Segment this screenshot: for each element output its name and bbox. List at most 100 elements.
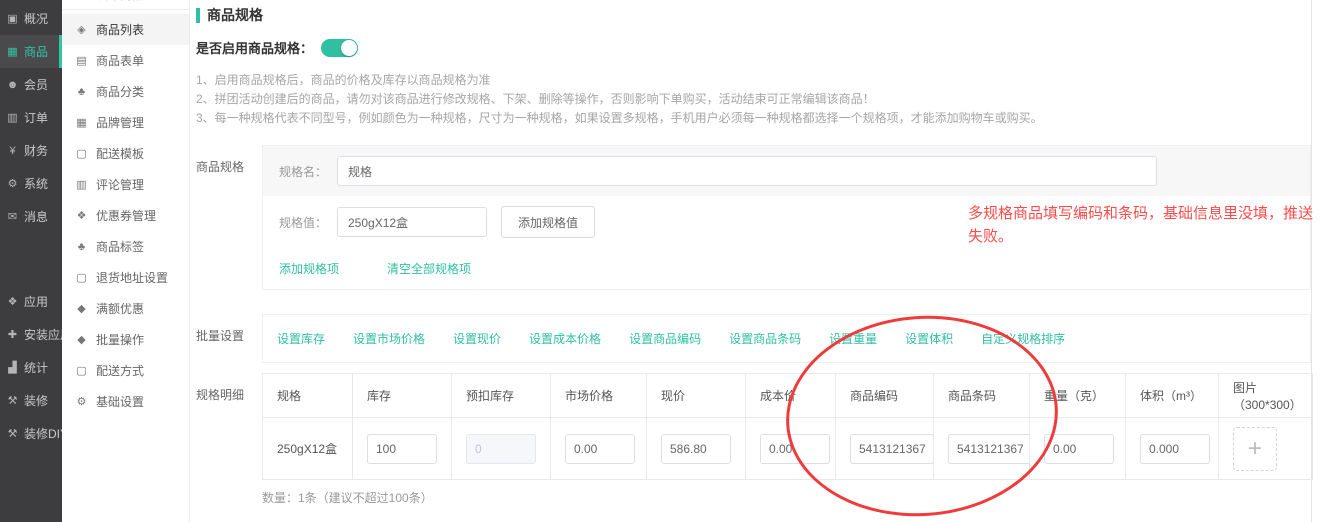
sidebar-item-members[interactable]: ☻会员 bbox=[0, 68, 62, 101]
sidebar-item-label: 消息 bbox=[24, 208, 48, 225]
subnav-item-publish-goods[interactable]: ◈发布商品 bbox=[62, 0, 189, 10]
sidebar-item-messages[interactable]: ✉ 消息 bbox=[0, 200, 62, 233]
batch-section: 批量设置 设置库存设置市场价格设置现价设置成本价格设置商品编码设置商品条码设置重… bbox=[196, 314, 1311, 363]
subnav-item-label: 商品分类 bbox=[96, 83, 144, 100]
spec-name-label: 规格名： bbox=[279, 163, 337, 180]
column-header: 库存 bbox=[353, 374, 452, 418]
subnav-item-goods-category[interactable]: ♣商品分类 bbox=[62, 76, 189, 107]
column-header: 体积（m³） bbox=[1126, 374, 1219, 418]
subnav-item-batch-operation[interactable]: ◆ 批量操作 bbox=[62, 324, 189, 355]
subnav-item-label: 商品表单 bbox=[96, 52, 144, 69]
batch-link-6[interactable]: 设置重量 bbox=[829, 330, 877, 347]
full-discount-icon: ◆ bbox=[75, 302, 88, 315]
upload-image-button[interactable]: + bbox=[1233, 427, 1277, 471]
clear-all-spec-link[interactable]: 清空全部规格项 bbox=[387, 260, 471, 277]
subnav-item-label: 品牌管理 bbox=[96, 114, 144, 131]
goods-list-icon: ◈ bbox=[75, 23, 88, 36]
add-spec-value-button[interactable]: 添加规格值 bbox=[501, 206, 595, 238]
install-app-icon: ✚ bbox=[6, 328, 19, 341]
sidebar-item-orders[interactable]: ▥订单 bbox=[0, 101, 62, 134]
main-content: 商品规格 是否启用商品规格： 1、启用商品规格后，商品的价格及库存以商品规格为准… bbox=[190, 0, 1312, 522]
page-title-text: 商品规格 bbox=[207, 5, 263, 25]
batch-link-2[interactable]: 设置现价 bbox=[453, 330, 501, 347]
note-line: 1、启用商品规格后，商品的价格及库存以商品规格为准 bbox=[196, 71, 1311, 90]
spec-name-input[interactable] bbox=[337, 156, 1157, 186]
batch-link-8[interactable]: 自定义规格排序 bbox=[981, 330, 1065, 347]
sidebar-item-label: 系统 bbox=[24, 175, 48, 192]
detail-section: 规格明细 规格库存预扣库存市场价格现价成本价商品编码商品条码重量（克）体积（m³… bbox=[196, 373, 1311, 480]
weight-input[interactable] bbox=[1044, 434, 1114, 464]
subnav-item-label: 发布商品 bbox=[96, 0, 144, 3]
cost-price-input[interactable] bbox=[760, 434, 830, 464]
price-input[interactable] bbox=[661, 434, 731, 464]
statistics-icon: ▟ bbox=[6, 361, 19, 374]
subnav-item-label: 优惠券管理 bbox=[96, 207, 156, 224]
subnav-item-goods-form[interactable]: ▤商品表单 bbox=[62, 45, 189, 76]
sidebar-item-apps[interactable]: ❖应用 bbox=[0, 285, 62, 318]
stock-input[interactable] bbox=[367, 434, 437, 464]
column-header: 成本价 bbox=[746, 374, 836, 418]
main-sidebar: ▣概况▦商品☻会员▥订单 ¥ 财务 ⚙ 系统 ✉ 消息 ❖应用✚安装应用▟统计⚒装修⚒装修DI… bbox=[0, 0, 62, 522]
subnav-item-return-address[interactable]: ▢退货地址设置 bbox=[62, 262, 189, 293]
messages-icon: ✉ bbox=[6, 210, 19, 223]
batch-operation-icon: ◆ bbox=[75, 333, 88, 346]
subnav-item-goods-list[interactable]: ◈商品列表 bbox=[62, 14, 189, 45]
sidebar-item-label: 概况 bbox=[24, 10, 48, 27]
subnav-item-coupon-manage[interactable]: ❖ 优惠券管理 bbox=[62, 200, 189, 231]
subnav-item-goods-tags[interactable]: ♣商品标签 bbox=[62, 231, 189, 262]
column-header: 市场价格 bbox=[551, 374, 647, 418]
column-header: 现价 bbox=[647, 374, 746, 418]
enable-spec-toggle[interactable] bbox=[321, 39, 358, 57]
subnav-item-label: 配送方式 bbox=[96, 362, 144, 379]
subnav-item-label: 批量操作 bbox=[96, 331, 144, 348]
sidebar-item-install-app[interactable]: ✚安装应用 bbox=[0, 318, 62, 351]
sidebar-item-decorate[interactable]: ⚒装修 bbox=[0, 384, 62, 417]
sidebar-item-finance[interactable]: ¥ 财务 bbox=[0, 134, 62, 167]
column-header: 预扣库存 bbox=[452, 374, 551, 418]
add-spec-item-link[interactable]: 添加规格项 bbox=[279, 260, 339, 277]
spec-value-input[interactable] bbox=[337, 207, 487, 237]
goods-code-input[interactable] bbox=[850, 434, 934, 464]
sidebar-item-statistics[interactable]: ▟统计 bbox=[0, 351, 62, 384]
sidebar-group-gap bbox=[0, 233, 62, 285]
sidebar-item-label: 商品 bbox=[24, 43, 48, 60]
sidebar-item-goods[interactable]: ▦商品 bbox=[0, 35, 62, 68]
sub-sidebar-partial-item[interactable]: ◈发布商品 bbox=[62, 0, 189, 10]
subnav-item-brand-manage[interactable]: ▦ 品牌管理 bbox=[62, 107, 189, 138]
spec-value-label: 规格值： bbox=[279, 214, 337, 231]
goods-barcode-input[interactable] bbox=[948, 434, 1030, 464]
sidebar-item-label: 应用 bbox=[24, 293, 48, 310]
batch-link-5[interactable]: 设置商品条码 bbox=[729, 330, 801, 347]
brand-manage-icon: ▦ bbox=[75, 116, 88, 129]
system-icon: ⚙ bbox=[6, 177, 19, 190]
decorate-diy-icon: ⚒ bbox=[6, 427, 19, 440]
batch-link-1[interactable]: 设置市场价格 bbox=[353, 330, 425, 347]
spec-cell: 250gX12盒 bbox=[263, 418, 353, 480]
column-header: 规格 bbox=[263, 374, 353, 418]
subnav-item-shipping-method[interactable]: ▢ 配送方式 bbox=[62, 355, 189, 386]
subnav-item-shipping-template[interactable]: ▢配送模板 bbox=[62, 138, 189, 169]
sidebar-item-decorate-diy[interactable]: ⚒装修DIY bbox=[0, 417, 62, 450]
shipping-method-icon: ▢ bbox=[75, 364, 88, 377]
volume-input[interactable] bbox=[1140, 434, 1210, 464]
batch-link-4[interactable]: 设置商品编码 bbox=[629, 330, 701, 347]
sidebar-item-label: 财务 bbox=[24, 142, 48, 159]
sidebar-item-overview[interactable]: ▣概况 bbox=[0, 2, 62, 35]
finance-icon: ¥ bbox=[6, 145, 19, 157]
subnav-item-review-manage[interactable]: ▥评论管理 bbox=[62, 169, 189, 200]
column-header: 重量（克） bbox=[1030, 374, 1126, 418]
enable-spec-label: 是否启用商品规格： bbox=[196, 38, 313, 57]
subnav-item-basic-settings[interactable]: ⚙基础设置 bbox=[62, 386, 189, 417]
batch-link-7[interactable]: 设置体积 bbox=[905, 330, 953, 347]
spec-notes: 1、启用商品规格后，商品的价格及库存以商品规格为准2、拼团活动创建后的商品，请勿… bbox=[196, 71, 1311, 128]
column-header: 图片（300*300） bbox=[1219, 374, 1313, 418]
batch-link-3[interactable]: 设置成本价格 bbox=[529, 330, 601, 347]
sidebar-item-system[interactable]: ⚙ 系统 bbox=[0, 167, 62, 200]
market-price-input[interactable] bbox=[565, 434, 635, 464]
coupon-manage-icon: ❖ bbox=[75, 209, 88, 222]
subnav-item-label: 基础设置 bbox=[96, 393, 144, 410]
batch-link-0[interactable]: 设置库存 bbox=[277, 330, 325, 347]
subnav-item-full-discount[interactable]: ◆满额优惠 bbox=[62, 293, 189, 324]
note-line: 3、每一种规格代表不同型号，例如颜色为一种规格，尺寸为一种规格，如果设置多规格，… bbox=[196, 109, 1311, 128]
shipping-template-icon: ▢ bbox=[75, 147, 88, 160]
